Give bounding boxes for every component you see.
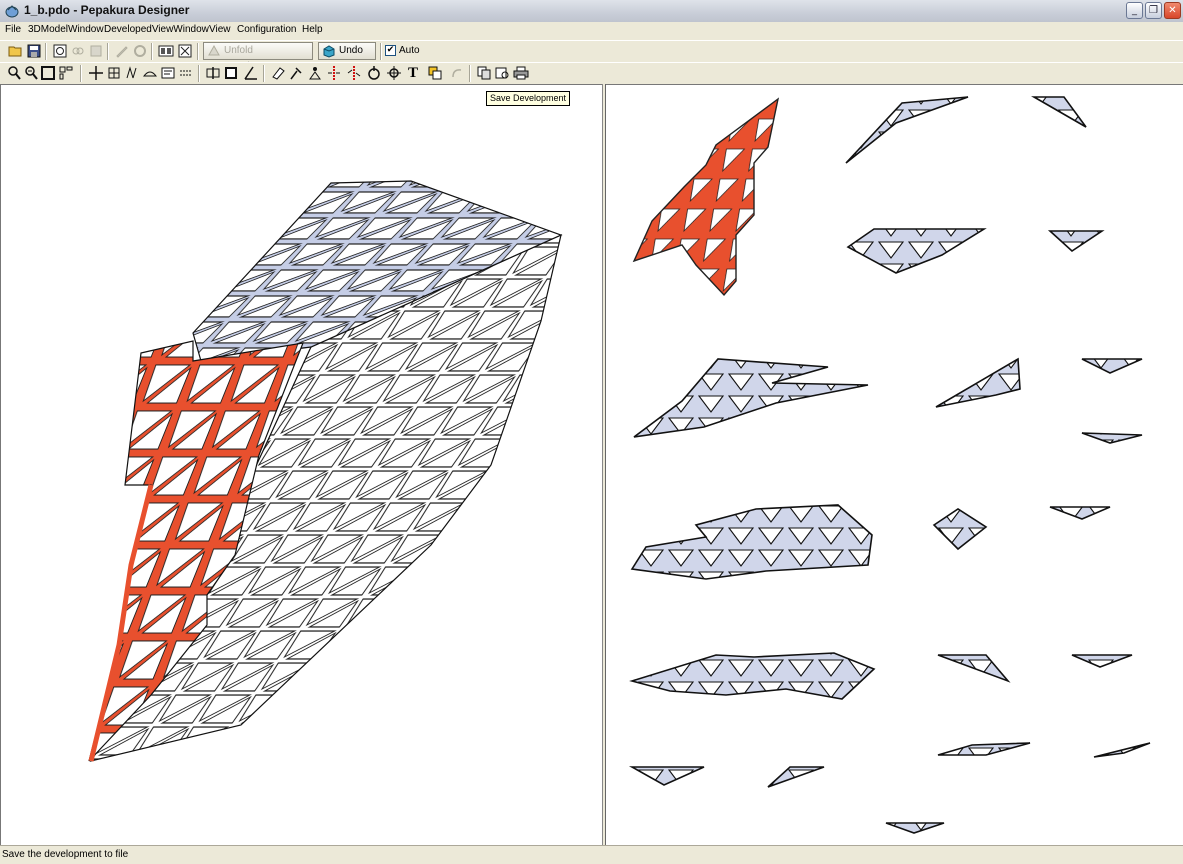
- undo-button[interactable]: Undo: [318, 42, 376, 60]
- undo-icon: [323, 45, 335, 58]
- zoom-in-icon[interactable]: [6, 65, 22, 81]
- preview-icon[interactable]: [494, 65, 510, 81]
- print-icon[interactable]: [513, 65, 529, 81]
- page-icon[interactable]: [223, 65, 239, 81]
- pen-icon: [114, 43, 130, 59]
- model-3d-canvas[interactable]: [1, 85, 603, 846]
- texture-icon: [88, 43, 104, 59]
- move-icon[interactable]: [88, 65, 104, 81]
- brush-icon[interactable]: [288, 65, 304, 81]
- split-icon[interactable]: [205, 65, 221, 81]
- restore-button[interactable]: ❐: [1145, 2, 1162, 19]
- tooltip: Save Development: [486, 91, 571, 106]
- copy-icon[interactable]: [476, 65, 492, 81]
- minimize-button[interactable]: _: [1126, 2, 1143, 19]
- image-icon[interactable]: [427, 65, 443, 81]
- cut-red-icon[interactable]: [326, 65, 342, 81]
- text-tool-icon[interactable]: T: [405, 65, 421, 81]
- edge-icon[interactable]: [160, 65, 176, 81]
- unfold-icon: [208, 44, 220, 56]
- fold-line-icon[interactable]: [178, 65, 194, 81]
- arrange-icon[interactable]: [58, 65, 74, 81]
- app-icon: [5, 5, 19, 18]
- fit-view-icon[interactable]: [40, 65, 56, 81]
- menu-help[interactable]: Help: [302, 24, 323, 35]
- window-title: 1_b.pdo - Pepakura Designer: [24, 3, 190, 17]
- unfold-development-button: Unfold Development: [203, 42, 313, 72]
- angle-icon[interactable]: [243, 65, 259, 81]
- close-button[interactable]: ✕: [1164, 2, 1181, 19]
- flap-icon[interactable]: [142, 65, 158, 81]
- model-icon[interactable]: [52, 43, 68, 59]
- menu-bar: File 3DModelWindow DevelopedViewWindow V…: [0, 22, 1183, 39]
- undo-label: Undo: [339, 45, 363, 56]
- menu-developedviewwindow[interactable]: DevelopedViewWindow: [104, 24, 209, 35]
- link-icon: [70, 43, 86, 59]
- status-text: Save the development to file: [2, 849, 129, 860]
- auto-label: Auto: [399, 45, 420, 56]
- layout-icon[interactable]: [158, 43, 174, 59]
- developed-2d-view[interactable]: [606, 84, 1183, 845]
- zoom-out-icon[interactable]: [23, 65, 39, 81]
- figure-icon[interactable]: [307, 65, 323, 81]
- join-icon[interactable]: [124, 65, 140, 81]
- center-icon[interactable]: [366, 65, 382, 81]
- menu-3dmodelwindow[interactable]: 3DModelWindow: [28, 24, 104, 35]
- crosshair-icon[interactable]: [386, 65, 402, 81]
- open-icon[interactable]: [8, 43, 24, 59]
- model-3d-view[interactable]: [0, 84, 602, 845]
- auto-checkbox[interactable]: ✔: [385, 45, 396, 56]
- developed-canvas[interactable]: [606, 85, 1183, 846]
- title-bar: 1_b.pdo - Pepakura Designer _ ❐ ✕: [0, 0, 1183, 23]
- rotate-icon[interactable]: [106, 65, 122, 81]
- menu-view[interactable]: View: [209, 24, 231, 35]
- print-layout-icon[interactable]: [177, 43, 193, 59]
- menu-file[interactable]: File: [5, 24, 21, 35]
- save-icon[interactable]: [26, 43, 42, 59]
- eraser-icon[interactable]: [270, 65, 286, 81]
- gear-icon: [132, 43, 148, 59]
- selected-part-2d: [632, 97, 780, 297]
- main-toolbar: Unfold Development Undo ✔ Auto: [0, 40, 1183, 72]
- status-bar: Save the development to file: [0, 845, 1183, 864]
- cut-red2-icon[interactable]: [346, 65, 362, 81]
- tools-toolbar: T: [0, 62, 1183, 85]
- redo-icon: [449, 65, 465, 81]
- menu-configuration[interactable]: Configuration: [237, 24, 296, 35]
